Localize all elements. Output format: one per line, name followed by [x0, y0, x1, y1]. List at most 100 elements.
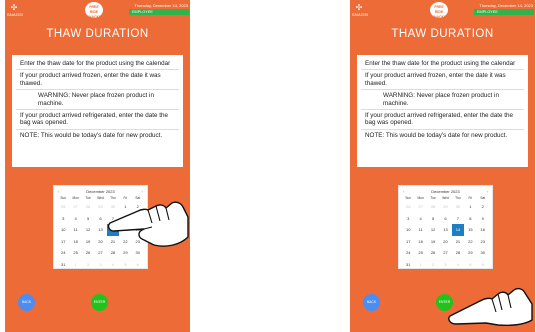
- page-title: THAW DURATION: [46, 28, 149, 40]
- calendar-day[interactable]: 16: [477, 224, 489, 236]
- calendar-day[interactable]: 31: [57, 259, 69, 271]
- calendar-day[interactable]: 11: [69, 224, 81, 236]
- calendar-day[interactable]: 12: [82, 224, 94, 236]
- instruction-line: Enter the thaw date for the product usin…: [361, 58, 524, 71]
- calendar-day[interactable]: 29: [439, 201, 451, 213]
- calendar-day[interactable]: 19: [427, 236, 439, 248]
- calendar-day[interactable]: 21: [452, 236, 464, 248]
- calendar-day[interactable]: 27: [94, 247, 106, 259]
- calendar-day[interactable]: 27: [414, 201, 426, 213]
- header-date: Thursday, December 14, 2023: [479, 3, 533, 8]
- calendar-day[interactable]: 30: [477, 247, 489, 259]
- calendar-day[interactable]: 1: [69, 259, 81, 271]
- calendar-day[interactable]: 5: [427, 213, 439, 225]
- calendar-day[interactable]: 24: [402, 247, 414, 259]
- instruction-line: If your product arrived refrigerated, en…: [361, 110, 524, 130]
- calendar-day[interactable]: 26: [402, 201, 414, 213]
- calendar-day[interactable]: 28: [452, 247, 464, 259]
- calendar-day[interactable]: 30: [452, 201, 464, 213]
- calendar-day[interactable]: 13: [94, 224, 106, 236]
- calendar-day[interactable]: 19: [82, 236, 94, 248]
- calendar-day[interactable]: 26: [427, 247, 439, 259]
- calendar-day[interactable]: 26: [57, 201, 69, 213]
- calendar-day[interactable]: 4: [69, 213, 81, 225]
- calendar-day[interactable]: 9: [477, 213, 489, 225]
- calendar-day[interactable]: 6: [477, 259, 489, 271]
- calendar-day[interactable]: 18: [69, 236, 81, 248]
- pointing-hand-icon: [108, 201, 189, 247]
- back-button[interactable]: BACK: [363, 294, 380, 311]
- calendar-day[interactable]: 3: [439, 259, 451, 271]
- calendar-day[interactable]: 11: [414, 224, 426, 236]
- prev-month-icon[interactable]: ‹: [58, 188, 59, 195]
- calendar-day[interactable]: 17: [402, 236, 414, 248]
- calendar-month-label: December 2023: [431, 189, 460, 194]
- calendar-day[interactable]: 15: [464, 224, 476, 236]
- calendar-day[interactable]: 10: [402, 224, 414, 236]
- menu-icon[interactable]: ✣: [9, 3, 19, 12]
- calendar-day[interactable]: 29: [94, 201, 106, 213]
- calendar-day[interactable]: 2: [82, 259, 94, 271]
- calendar-day[interactable]: 2: [477, 201, 489, 213]
- calendar-day[interactable]: 31: [402, 259, 414, 271]
- calendar-day[interactable]: 5: [119, 259, 131, 271]
- calendar-day[interactable]: 6: [439, 213, 451, 225]
- calendar-day[interactable]: 12: [427, 224, 439, 236]
- calendar-day[interactable]: 3: [57, 213, 69, 225]
- date-picker-calendar: ‹ December 2023 › Sun Mon Tue Wed Thu Fri Sat 2…: [398, 185, 493, 269]
- brand-label: SNAGS!: [7, 12, 24, 17]
- status-badge: EMPLOYEE: [474, 9, 534, 15]
- calendar-day[interactable]: 8: [464, 213, 476, 225]
- calendar-day[interactable]: 1: [464, 201, 476, 213]
- calendar-day[interactable]: 4: [414, 213, 426, 225]
- calendar-header: ‹ December 2023 ›: [402, 188, 489, 195]
- note-line: NOTE: This would be today's date for new…: [365, 131, 508, 139]
- status-badge: EMPLOYEE: [129, 9, 189, 15]
- calendar-day[interactable]: 25: [414, 247, 426, 259]
- calendar-day[interactable]: 28: [427, 201, 439, 213]
- screen-step-press-enter: ✣ SNAGS! FREE RIDE SNACKS Thursday, Dece…: [350, 0, 535, 332]
- instructions-card: Enter the thaw date for the product usin…: [12, 55, 183, 167]
- calendar-day[interactable]: 20: [439, 236, 451, 248]
- calendar-day[interactable]: 25: [69, 247, 81, 259]
- calendar-day[interactable]: 6: [94, 213, 106, 225]
- calendar-day[interactable]: 20: [94, 236, 106, 248]
- calendar-day[interactable]: 5: [82, 213, 94, 225]
- calendar-day[interactable]: 23: [477, 236, 489, 248]
- calendar-day[interactable]: 13: [439, 224, 451, 236]
- calendar-day[interactable]: 3: [402, 213, 414, 225]
- instruction-line: If your product arrived frozen, enter th…: [361, 70, 524, 91]
- calendar-day[interactable]: 27: [439, 247, 451, 259]
- back-button[interactable]: BACK: [18, 294, 35, 311]
- calendar-day[interactable]: 17: [57, 236, 69, 248]
- header-date: Thursday, December 14, 2023: [134, 3, 188, 8]
- calendar-day[interactable]: 27: [69, 201, 81, 213]
- calendar-day[interactable]: 7: [452, 213, 464, 225]
- next-month-icon[interactable]: ›: [487, 188, 488, 195]
- calendar-day-selected[interactable]: 14: [451, 224, 465, 236]
- note-line: NOTE: This would be today's date for new…: [20, 131, 163, 139]
- calendar-day[interactable]: 26: [82, 247, 94, 259]
- warning-line: WARNING: Never place frozen product in m…: [361, 90, 524, 111]
- calendar-grid: SunMonTueWedThuFriSat2627282930123456789…: [402, 195, 489, 270]
- calendar-day[interactable]: 1: [414, 259, 426, 271]
- enter-button[interactable]: ENTER: [91, 294, 108, 311]
- calendar-day[interactable]: 4: [452, 259, 464, 271]
- calendar-day[interactable]: 22: [464, 236, 476, 248]
- calendar-day[interactable]: 28: [82, 201, 94, 213]
- calendar-day[interactable]: 5: [464, 259, 476, 271]
- menu-icon[interactable]: ✣: [354, 3, 364, 12]
- calendar-day[interactable]: 18: [414, 236, 426, 248]
- page-title: THAW DURATION: [391, 28, 494, 40]
- brand-label: SNAGS!: [352, 12, 369, 17]
- calendar-day[interactable]: 2: [427, 259, 439, 271]
- prev-month-icon[interactable]: ‹: [403, 188, 404, 195]
- calendar-day[interactable]: 4: [107, 259, 119, 271]
- calendar-day[interactable]: 6: [132, 259, 144, 271]
- calendar-day[interactable]: 3: [94, 259, 106, 271]
- logo: FREE RIDE SNACKS: [85, 2, 103, 19]
- calendar-day[interactable]: 24: [57, 247, 69, 259]
- calendar-day[interactable]: 10: [57, 224, 69, 236]
- instructions-card: Enter the thaw date for the product usin…: [357, 55, 528, 167]
- calendar-day[interactable]: 29: [464, 247, 476, 259]
